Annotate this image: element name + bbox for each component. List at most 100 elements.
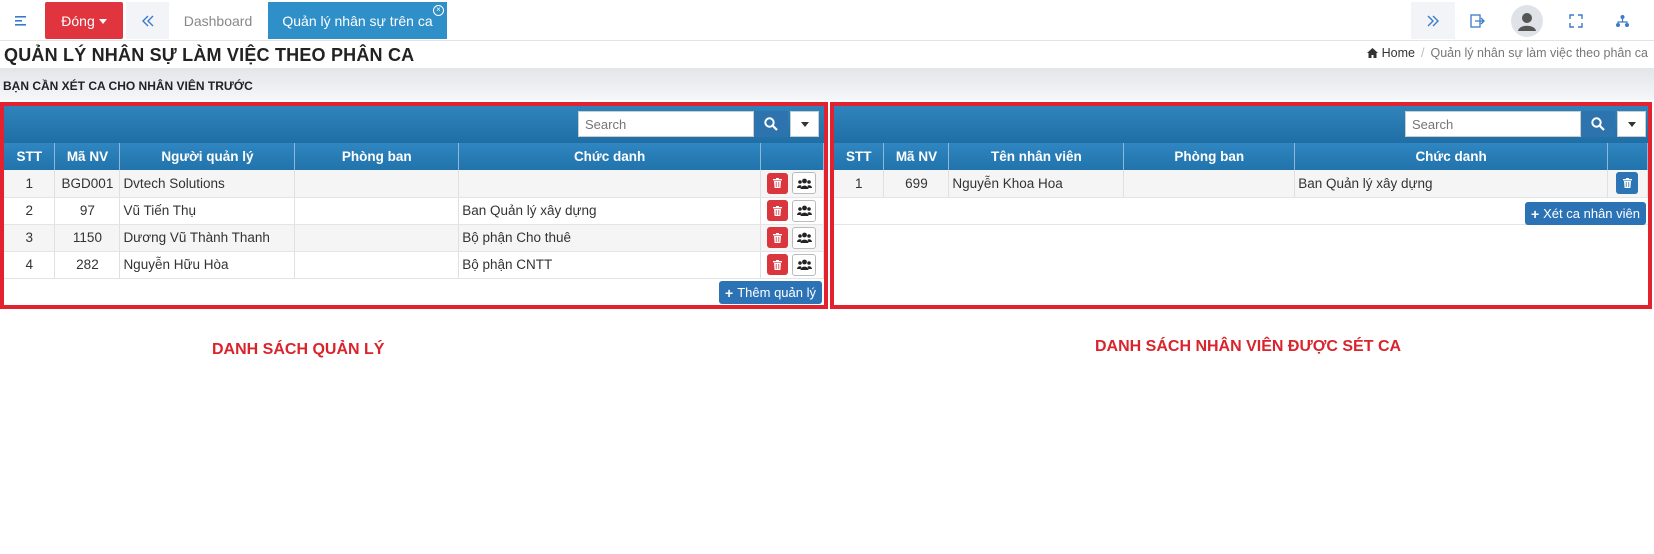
col-header-ma-nv[interactable]: Mã NV	[883, 143, 950, 170]
table-row[interactable]: 2 97 Vũ Tiến Thụ Ban Quản lý xây dựng	[4, 197, 825, 225]
tab-active-label: Quản lý nhân sự trên ca	[282, 12, 433, 29]
search-icon	[764, 117, 778, 131]
tab-dashboard-label: Dashboard	[183, 12, 253, 29]
close-dropdown-button[interactable]: Đóng	[45, 2, 123, 39]
col-header-manager[interactable]: Người quản lý	[119, 143, 296, 170]
cell-stt: 1	[834, 170, 885, 198]
delete-manager-button[interactable]	[767, 200, 789, 221]
assign-staff-button[interactable]	[792, 199, 817, 222]
empty-cell	[1123, 197, 1295, 225]
assign-shift-staff-label: Xét ca nhân viên	[1543, 206, 1640, 221]
cell-actions	[760, 170, 825, 198]
cell-name: Nguyễn Khoa Hoa	[948, 170, 1125, 198]
delete-manager-button[interactable]	[767, 172, 789, 194]
cell-title	[458, 170, 761, 198]
manager-list-caption: DANH SÁCH QUẢN LÝ	[212, 341, 385, 358]
trash-icon	[773, 232, 783, 243]
assign-staff-button[interactable]	[792, 172, 817, 195]
manager-search-button[interactable]	[754, 111, 788, 137]
col-header-department[interactable]: Phòng ban	[1123, 143, 1296, 170]
table-row[interactable]: 3 1150 Dương Vũ Thành Thanh Bộ phận Cho …	[4, 224, 825, 252]
col-header-title[interactable]: Chức danh	[458, 143, 761, 170]
breadcrumb-home-label: Home	[1381, 46, 1415, 60]
cell-stt: 3	[4, 224, 56, 252]
home-icon	[1366, 48, 1378, 58]
manager-columns-dropdown[interactable]	[790, 111, 819, 137]
breadcrumb-current: Quản lý nhân sự làm việc theo phân ca	[1430, 46, 1648, 60]
col-header-stt[interactable]: STT	[4, 143, 56, 170]
cell-ma-nv: 282	[54, 251, 121, 279]
cell-department	[294, 224, 460, 252]
col-header-ma-nv[interactable]: Mã NV	[54, 143, 121, 170]
menu-toggle-icon[interactable]	[0, 2, 43, 39]
cell-department	[294, 251, 460, 279]
top-navbar: Đóng Dashboard Quản lý nhân sự trên ca ×	[0, 0, 1654, 41]
cell-actions	[1607, 170, 1649, 198]
manager-list-panel: STT Mã NV Người quản lý Phòng ban Chức d…	[0, 102, 828, 309]
col-header-stt[interactable]: STT	[834, 143, 885, 170]
empty-cell	[834, 197, 884, 225]
assign-staff-button[interactable]	[792, 253, 817, 276]
cell-actions	[760, 251, 825, 279]
table-row[interactable]: 4 282 Nguyễn Hữu Hòa Bộ phận CNTT	[4, 251, 825, 279]
org-chart-icon[interactable]	[1600, 2, 1644, 39]
avatar	[1511, 4, 1543, 37]
fullscreen-icon[interactable]	[1554, 2, 1598, 39]
staff-list-caption: DANH SÁCH NHÂN VIÊN ĐƯỢC SÉT CA	[1095, 338, 1402, 355]
page-title: QUẢN LÝ NHÂN SỰ LÀM VIỆC THEO PHÂN CA	[4, 45, 415, 65]
trash-icon	[773, 259, 783, 270]
users-icon	[796, 205, 812, 216]
cell-actions	[760, 224, 825, 252]
col-header-actions	[760, 143, 825, 170]
manager-table: STT Mã NV Người quản lý Phòng ban Chức d…	[4, 143, 825, 279]
cell-name: Dvtech Solutions	[119, 170, 296, 198]
delete-manager-button[interactable]	[767, 227, 789, 248]
manager-search-input[interactable]	[578, 111, 754, 137]
cell-title: Ban Quản lý xây dựng	[1294, 170, 1608, 198]
table-row[interactable]: 1 BGD001 Dvtech Solutions	[4, 170, 825, 198]
add-manager-label: Thêm quản lý	[737, 285, 816, 300]
delete-manager-button[interactable]	[767, 254, 789, 275]
col-header-title[interactable]: Chức danh	[1294, 143, 1608, 170]
assign-shift-staff-button[interactable]: + Xét ca nhân viên	[1524, 202, 1646, 225]
col-header-employee[interactable]: Tên nhân viên	[948, 143, 1125, 170]
cell-ma-nv: 699	[883, 170, 950, 198]
trash-icon	[773, 205, 783, 216]
cell-name: Vũ Tiến Thụ	[119, 197, 296, 225]
staff-columns-dropdown[interactable]	[1617, 111, 1646, 137]
cell-stt: 1	[4, 170, 56, 198]
assigned-staff-panel: STT Mã NV Tên nhân viên Phòng ban Chức d…	[830, 102, 1652, 309]
user-menu[interactable]	[1505, 2, 1549, 39]
users-icon	[796, 232, 812, 243]
scroll-tabs-left-icon[interactable]	[126, 2, 169, 39]
cell-ma-nv: 1150	[54, 224, 121, 252]
assign-staff-button[interactable]	[792, 226, 817, 249]
empty-cell	[883, 197, 949, 225]
scroll-tabs-right-icon[interactable]	[1411, 2, 1455, 39]
cell-title: Bộ phận CNTT	[458, 251, 761, 279]
caret-down-icon	[98, 18, 107, 24]
col-header-department[interactable]: Phòng ban	[294, 143, 460, 170]
staff-table-toolbar	[834, 106, 1648, 143]
close-dropdown-label: Đóng	[61, 12, 95, 29]
logout-icon[interactable]	[1455, 2, 1499, 39]
staff-search-button[interactable]	[1581, 111, 1615, 137]
empty-cell	[948, 197, 1124, 225]
table-header-row: STT Mã NV Tên nhân viên Phòng ban Chức d…	[834, 143, 1649, 170]
cell-actions	[760, 197, 825, 225]
tab-dashboard[interactable]: Dashboard	[170, 2, 266, 39]
remove-staff-button[interactable]	[1616, 172, 1639, 195]
table-header-row: STT Mã NV Người quản lý Phòng ban Chức d…	[4, 143, 825, 170]
breadcrumb-home[interactable]: Home	[1366, 46, 1415, 60]
users-icon	[796, 259, 812, 270]
cell-title: Ban Quản lý xây dựng	[458, 197, 761, 225]
table-row[interactable]: 1 699 Nguyễn Khoa Hoa Ban Quản lý xây dự…	[834, 170, 1649, 198]
cell-department	[1123, 170, 1296, 198]
staff-search-input[interactable]	[1405, 111, 1581, 137]
manager-table-toolbar	[4, 106, 824, 143]
search-icon	[1591, 117, 1605, 131]
cell-name: Dương Vũ Thành Thanh	[119, 224, 296, 252]
add-manager-button[interactable]: + Thêm quản lý	[719, 281, 822, 304]
tab-shift-staff-management[interactable]: Quản lý nhân sự trên ca ×	[268, 2, 447, 39]
close-tab-icon[interactable]: ×	[433, 5, 444, 16]
